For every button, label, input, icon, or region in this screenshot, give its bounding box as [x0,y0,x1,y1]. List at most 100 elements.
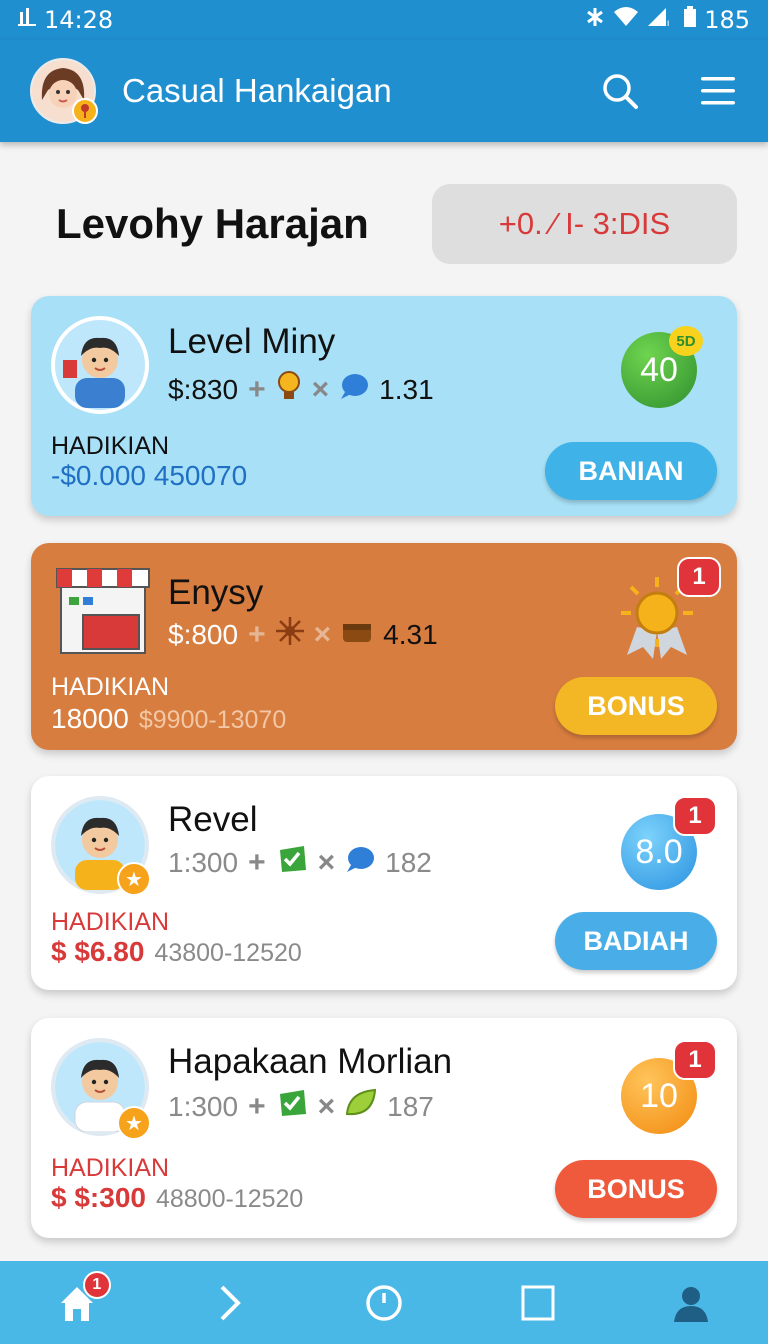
leaderboard-card-2[interactable]: Enysy $:800 + × 4.31 HADIKIAN 18000 $990… [31,543,737,750]
player-stats: $:830 + × 1.31 [168,370,434,409]
level-value: 8.0 [635,832,683,871]
player-stats: 1:300 + × 182 [168,844,432,881]
section-title: Levohy Harajan [56,200,369,247]
reward-label: HADIKIAN [51,673,170,701]
user-icon [674,1286,709,1322]
clock-icon [366,1284,402,1321]
app-title: Casual Hankaigan [122,72,392,109]
menu-icon[interactable] [698,71,738,111]
score-value: 1:300 [168,846,239,878]
score-value: 1:300 [168,1090,239,1122]
banian-button-label: BANIAN [578,455,684,486]
cross-icon: × [313,617,332,651]
reward-range: 43800-12520 [154,939,302,967]
check-gem-icon [276,844,308,881]
app-header: Casual Hankaigan [0,40,768,142]
score-value: $:800 [168,618,239,650]
home-tab[interactable]: 1 [47,1270,111,1333]
level-badge: 40 5D [621,326,703,408]
plus-icon: + [248,617,266,651]
leaderboard-card-1[interactable]: Level Miny $:830 + × 1.31 HADIKIAN -$0.0… [31,296,737,516]
reward-amount: $ $:300 [51,1182,146,1213]
reward-label: HADIKIAN [51,432,170,460]
status-time: 14:28 [44,6,114,34]
bonus-button[interactable]: BONUS [555,1160,717,1218]
badiah-button-label: BADIAH [583,925,689,956]
reward-value: 18000 $9900-13070 [51,703,286,735]
timer-tab[interactable] [354,1273,414,1333]
wifi-icon [612,6,640,34]
score-value: $:830 [168,373,239,405]
level-value: 40 [640,350,678,389]
reward-label: HADIKIAN [51,908,170,936]
svg-text:lı: lı [664,18,670,28]
level-tag: 5D [669,326,703,356]
notification-badge: 1 [673,1040,717,1080]
player-name: Revel [168,800,258,839]
reward-value: $ $:300 48800-12520 [51,1182,303,1214]
leaderboard-card-3[interactable]: ★ Revel 1:300 + × 182 HADIKIAN $ $6.80 4… [31,776,737,990]
lightbulb-icon [276,370,302,409]
notification-badge: 1 [673,796,717,836]
sparkle-icon [275,617,304,652]
square-icon [521,1285,555,1320]
cross-icon: × [317,845,336,879]
reward-label: HADIKIAN [51,1154,170,1182]
bonus-button-label: BONUS [587,1173,685,1204]
player-avatar [51,316,149,414]
chat-bubble-icon [345,845,375,880]
player-name: Enysy [168,573,264,612]
notification-badge: 1 [677,557,721,597]
profile-tab[interactable] [661,1273,721,1333]
player-stats: 1:300 + × 187 [168,1088,434,1125]
leaderboard-card-4[interactable]: ★ Hapakaan Morlian 1:300 + × 187 HADIKIA… [31,1018,737,1238]
home-badge: 1 [82,1270,111,1299]
reward-range: $9900-13070 [138,706,287,734]
search-icon[interactable] [600,71,640,111]
status-bar: 14:28 lı 185 [0,0,768,40]
leaf-icon [345,1088,377,1125]
forward-tab[interactable] [200,1273,260,1333]
player-name: Hapakaan Morlian [168,1042,453,1081]
key-badge-icon [72,98,98,124]
pages-tab[interactable] [508,1273,568,1333]
reward-amount: $ $6.80 [51,936,145,967]
signal-strength-icon [18,6,38,34]
cross-icon: × [311,372,330,406]
battery-level: 185 [704,6,750,34]
reward-range: 48800-12520 [155,1185,304,1213]
banian-button[interactable]: BANIAN [545,442,717,500]
rating-value: 187 [387,1090,434,1122]
rating-value: 1.31 [379,373,434,405]
player-name: Level Miny [168,322,336,361]
shop-icon [53,559,153,659]
chat-bubble-icon [339,372,369,407]
bonus-button[interactable]: BONUS [555,677,717,735]
star-badge-icon: ★ [117,862,151,896]
level-value: 10 [640,1076,678,1115]
reward-value: $ $6.80 43800-12520 [51,936,302,968]
plus-icon: + [248,372,266,406]
reward-value: -$0.000 450070 [51,460,247,492]
cell-signal-icon: lı [646,6,676,34]
status-chip-text: +0. ⁄ I- 3:DIS [498,206,671,241]
check-gem-icon [276,1088,308,1125]
cross-icon: × [317,1089,336,1123]
chevron-right-icon [220,1285,242,1320]
reward-amount: 18000 [51,703,129,734]
star-badge-icon: ★ [117,1106,151,1140]
bottom-navigation: 1 [0,1261,768,1344]
plus-icon: + [248,845,266,879]
plus-icon: + [248,1089,266,1123]
status-chip[interactable]: +0. ⁄ I- 3:DIS [432,184,737,264]
rating-value: 4.31 [383,618,438,650]
chest-icon [341,618,373,651]
bluetooth-icon [584,6,606,34]
reward-amount: -$0.000 450070 [51,460,248,491]
rating-value: 182 [385,846,432,878]
bonus-button-label: BONUS [587,690,685,721]
profile-avatar[interactable] [30,58,98,124]
player-stats: $:800 + × 4.31 [168,617,438,652]
battery-icon [682,5,698,35]
badiah-button[interactable]: BADIAH [555,912,717,970]
